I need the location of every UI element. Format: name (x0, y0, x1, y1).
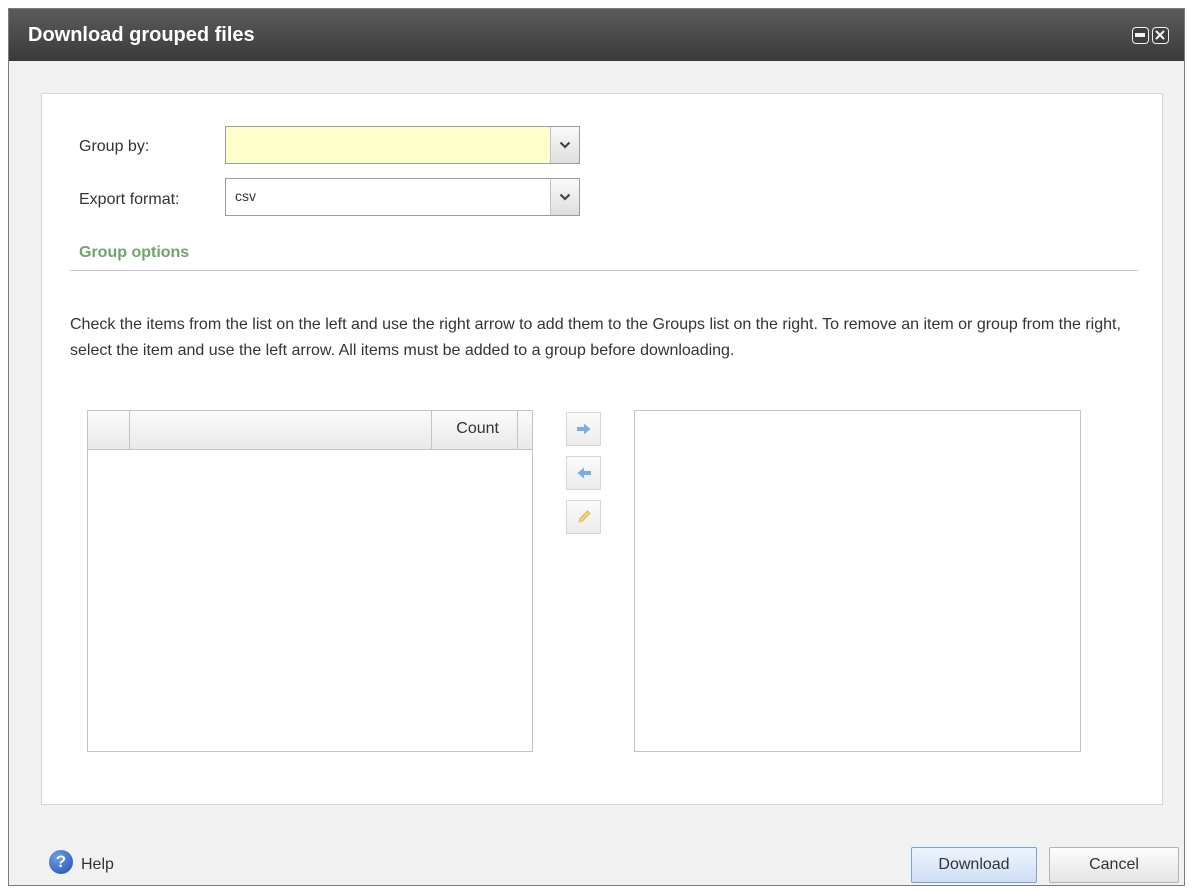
content-panel: Group by: Export format: csv Group optio… (41, 93, 1163, 805)
help-icon[interactable]: ? (49, 850, 73, 874)
edit-group-button[interactable] (566, 500, 601, 534)
move-left-button[interactable] (566, 456, 601, 490)
groups-list[interactable] (634, 410, 1081, 752)
export-format-value: csv (235, 188, 256, 204)
pencil-icon (577, 510, 591, 523)
chevron-down-icon[interactable] (550, 127, 579, 163)
restore-icon[interactable] (1132, 27, 1149, 44)
arrow-right-icon (576, 423, 590, 435)
group-by-select[interactable] (225, 126, 580, 164)
grid-header-count-column[interactable]: Count (431, 411, 518, 449)
arrow-left-icon (577, 467, 591, 479)
export-format-select[interactable]: csv (225, 178, 580, 216)
group-options-heading: Group options (79, 244, 190, 261)
grid-header-name-column[interactable] (129, 411, 432, 449)
chevron-down-icon[interactable] (550, 179, 579, 215)
download-button[interactable]: Download (911, 847, 1037, 883)
download-grouped-files-dialog: Download grouped files Group by: Export … (8, 8, 1185, 886)
group-by-label: Group by: (79, 138, 150, 155)
items-grid[interactable]: Count (87, 410, 533, 752)
dialog-title: Download grouped files (28, 24, 255, 46)
export-format-label: Export format: (79, 191, 180, 208)
instructions-text: Check the items from the list on the lef… (70, 316, 1121, 359)
grid-header-checkbox-column[interactable] (88, 411, 130, 449)
help-link[interactable]: Help (81, 856, 114, 874)
close-icon[interactable] (1152, 27, 1169, 44)
section-divider (70, 270, 1138, 271)
count-column-label: Count (456, 420, 499, 437)
move-right-button[interactable] (566, 412, 601, 446)
grid-header: Count (88, 411, 532, 450)
cancel-button[interactable]: Cancel (1049, 847, 1179, 883)
title-bar: Download grouped files (9, 9, 1184, 61)
